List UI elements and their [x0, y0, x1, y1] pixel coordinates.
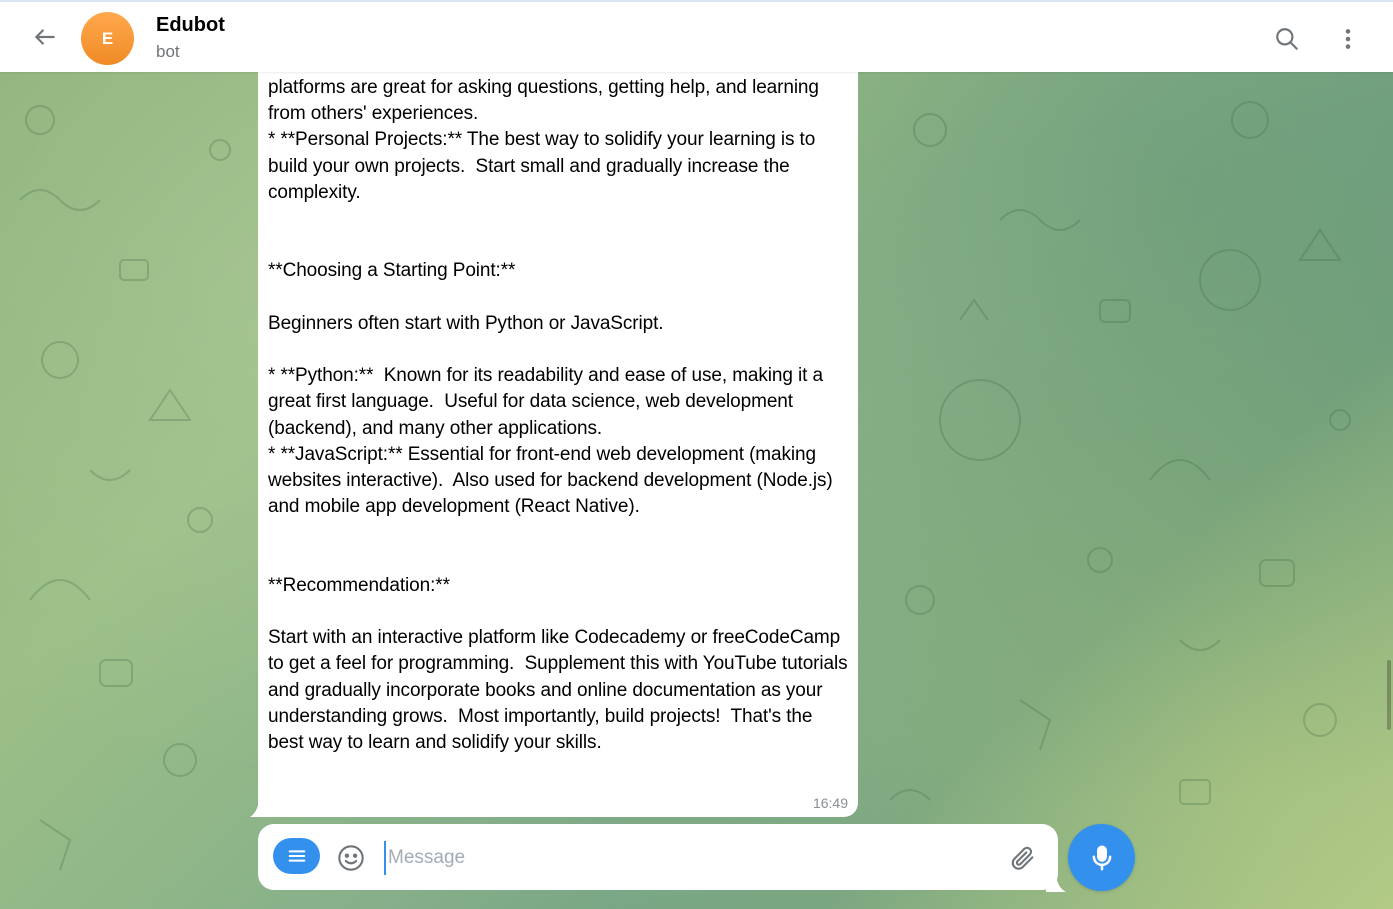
chat-title[interactable]: Edubot	[156, 14, 225, 37]
back-button[interactable]	[24, 16, 66, 58]
search-icon	[1276, 28, 1298, 50]
composer-tail	[1046, 876, 1066, 892]
menu-lines-icon	[288, 850, 305, 862]
microphone-icon	[1092, 845, 1111, 870]
chat-header: E Edubot bot	[0, 0, 1393, 72]
paperclip-icon	[1011, 846, 1034, 870]
voice-record-button[interactable]	[1068, 824, 1135, 891]
smile-icon	[338, 845, 364, 871]
arrow-left-icon	[35, 29, 55, 45]
message-text: platforms are great for asking questions…	[268, 77, 848, 754]
search-button[interactable]	[1266, 18, 1308, 60]
more-options-button[interactable]	[1327, 18, 1369, 60]
more-vertical-icon	[1345, 29, 1351, 49]
message-time: 16:49	[812, 795, 848, 811]
scrollbar-thumb[interactable]	[1387, 660, 1391, 730]
message-input[interactable]	[384, 841, 984, 875]
avatar[interactable]: E	[81, 12, 134, 65]
bot-menu-button[interactable]	[273, 838, 320, 874]
emoji-button[interactable]	[334, 841, 368, 875]
attach-button[interactable]	[1006, 841, 1040, 875]
message-bubble[interactable]: platforms are great for asking questions…	[258, 40, 858, 817]
message-composer	[258, 824, 1058, 890]
chat-status: bot	[156, 42, 180, 61]
